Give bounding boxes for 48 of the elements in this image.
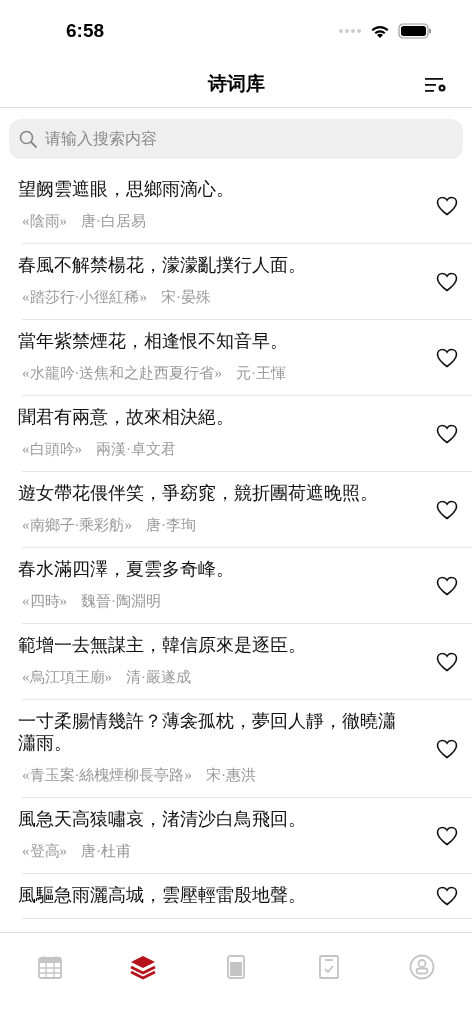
signal-icon	[338, 28, 362, 34]
poem-author: 唐·李珣	[146, 516, 196, 535]
heart-icon[interactable]	[436, 195, 458, 216]
poem-author: 宋·晏殊	[161, 288, 211, 307]
poem-author: 唐·白居易	[81, 212, 146, 231]
heart-icon[interactable]	[436, 575, 458, 596]
search-icon	[19, 130, 37, 148]
poem-title: «踏莎行·小徑紅稀»	[22, 288, 147, 307]
heart-icon[interactable]	[436, 825, 458, 846]
poem-title: «烏江項王廟»	[22, 668, 112, 687]
battery-icon	[398, 23, 432, 39]
poem-author: 清·嚴遂成	[126, 668, 191, 687]
poem-verse[interactable]: 當年紫禁煙花，相逢恨不知音早。	[18, 330, 410, 352]
poem-title: «青玉案·絲槐煙柳長亭路»	[22, 766, 192, 785]
poem-author: 元·王惲	[236, 364, 286, 383]
poem-verse[interactable]: 聞君有兩意，故來相決絕。	[18, 406, 410, 428]
poem-title: «南鄉子·乘彩舫»	[22, 516, 132, 535]
poem-verse[interactable]: 春水滿四澤，夏雲多奇峰。	[18, 558, 410, 580]
poem-author: 宋·惠洪	[206, 766, 256, 785]
heart-icon[interactable]	[436, 271, 458, 292]
heart-icon[interactable]	[436, 651, 458, 672]
poem-verse[interactable]: 範增一去無謀主，韓信原來是逐臣。	[18, 634, 410, 656]
poem-title: «四時»	[22, 592, 67, 611]
page-title: 诗词库	[207, 72, 265, 97]
status-time: 6:58	[66, 18, 105, 43]
poem-verse[interactable]: 遊女帶花偎伴笑，爭窈窕，競折團荷遮晚照。	[18, 482, 410, 504]
poem-author: 唐·杜甫	[81, 842, 131, 861]
filter-settings-button[interactable]	[424, 75, 448, 95]
poem-verse[interactable]: 一寸柔腸情幾許？薄衾孤枕，夢回人靜，徹曉瀟瀟雨。	[18, 710, 410, 754]
heart-icon[interactable]	[436, 738, 458, 759]
poem-verse[interactable]: 風急天高猿嘯哀，渚清沙白鳥飛回。	[18, 808, 410, 830]
layers-icon[interactable]	[129, 953, 158, 981]
poem-title: «水龍吟·送焦和之赴西夏行省»	[22, 364, 222, 383]
heart-icon[interactable]	[436, 499, 458, 520]
search-field[interactable]: 请输入搜索内容	[9, 119, 463, 159]
poem-title: «登高»	[22, 842, 67, 861]
poem-verse[interactable]: 春風不解禁楊花，濛濛亂撲行人面。	[18, 254, 410, 276]
poem-title: «白頭吟»	[22, 440, 82, 459]
poem-verse[interactable]: 風驅急雨灑高城，雲壓輕雷殷地聲。	[18, 884, 410, 906]
heart-icon[interactable]	[436, 423, 458, 444]
heart-icon[interactable]	[436, 347, 458, 368]
poem-title: «陰雨»	[22, 212, 67, 231]
heart-icon[interactable]	[436, 886, 458, 906]
poem-verse[interactable]: 望阙雲遮眼，思鄉雨滴心。	[18, 178, 410, 200]
poem-author: 魏晉·陶淵明	[81, 592, 161, 611]
wifi-icon	[370, 23, 390, 39]
poem-author: 兩漢·卓文君	[96, 440, 176, 459]
list-settings-icon	[425, 77, 447, 93]
